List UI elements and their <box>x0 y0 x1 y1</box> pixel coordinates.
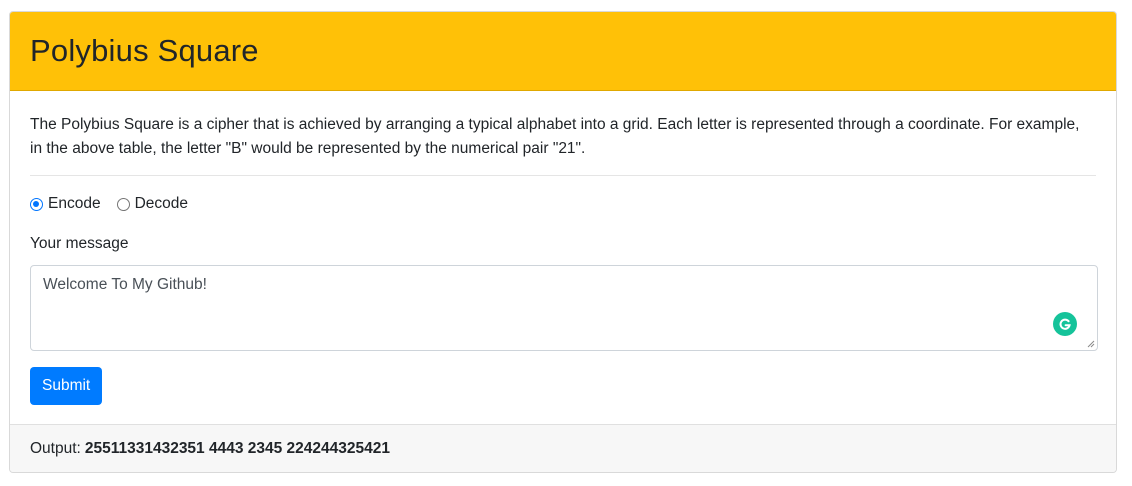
card-footer: Output: 25511331432351 4443 2345 2242443… <box>10 424 1116 472</box>
output-value: 25511331432351 4443 2345 224244325421 <box>84 439 390 457</box>
decode-radio[interactable] <box>116 197 130 211</box>
divider <box>30 175 1096 176</box>
submit-button[interactable]: Submit <box>30 367 103 405</box>
encode-option[interactable]: Encode <box>30 195 101 213</box>
resize-grip-icon[interactable] <box>1087 340 1095 348</box>
cipher-description: The Polybius Square is a cipher that is … <box>30 116 1080 157</box>
message-textarea[interactable]: Welcome To My Github! <box>30 265 1098 351</box>
output-label: Output: <box>30 439 81 457</box>
encode-label: Encode <box>48 195 101 212</box>
card-body: The Polybius Square is a cipher that is … <box>10 91 1116 425</box>
decode-option[interactable]: Decode <box>116 195 189 213</box>
grammarly-icon[interactable] <box>1053 312 1077 336</box>
encode-radio[interactable] <box>30 197 43 211</box>
message-text: Welcome To My Github! <box>43 276 207 293</box>
grammarly-g-glyph <box>1059 318 1071 330</box>
decode-label: Decode <box>134 195 189 212</box>
polybius-card: Polybius Square The Polybius Square is a… <box>9 11 1117 473</box>
page-title: Polybius Square <box>30 33 259 68</box>
mode-radio-group: Encode Decode <box>30 195 204 213</box>
card-header: Polybius Square <box>10 12 1116 91</box>
message-label: Your message <box>30 235 129 252</box>
